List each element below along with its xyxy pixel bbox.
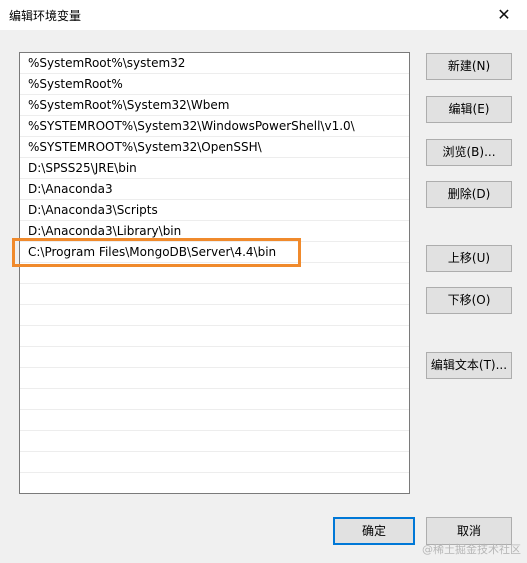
list-item[interactable]: %SystemRoot%\system32 xyxy=(20,53,409,74)
title-bar: 编辑环境变量 ✕ xyxy=(0,0,527,30)
list-item[interactable]: D:\Anaconda3 xyxy=(20,179,409,200)
list-item[interactable]: D:\Anaconda3\Scripts xyxy=(20,200,409,221)
empty-row[interactable] xyxy=(20,263,409,284)
list-item[interactable]: %SystemRoot% xyxy=(20,74,409,95)
path-list[interactable]: %SystemRoot%\system32 %SystemRoot% %Syst… xyxy=(19,52,410,494)
empty-row[interactable] xyxy=(20,347,409,368)
empty-row[interactable] xyxy=(20,389,409,410)
delete-button[interactable]: 删除(D) xyxy=(426,181,512,208)
edit-text-button[interactable]: 编辑文本(T)... xyxy=(426,352,512,379)
list-item[interactable]: D:\SPSS25\JRE\bin xyxy=(20,158,409,179)
browse-button[interactable]: 浏览(B)... xyxy=(426,139,512,166)
list-item-mongodb[interactable]: C:\Program Files\MongoDB\Server\4.4\bin xyxy=(20,242,409,263)
empty-row[interactable] xyxy=(20,410,409,431)
ok-button[interactable]: 确定 xyxy=(333,517,415,545)
new-button[interactable]: 新建(N) xyxy=(426,53,512,80)
empty-row[interactable] xyxy=(20,431,409,452)
window-title: 编辑环境变量 xyxy=(9,9,82,23)
edit-env-variable-dialog: 编辑环境变量 ✕ %SystemRoot%\system32 %SystemRo… xyxy=(0,0,527,563)
list-item[interactable]: %SYSTEMROOT%\System32\OpenSSH\ xyxy=(20,137,409,158)
watermark: @稀土掘金技术社区 xyxy=(422,543,521,556)
list-item[interactable]: D:\Anaconda3\Library\bin xyxy=(20,221,409,242)
empty-row[interactable] xyxy=(20,368,409,389)
list-item[interactable]: %SYSTEMROOT%\System32\WindowsPowerShell\… xyxy=(20,116,409,137)
empty-row[interactable] xyxy=(20,305,409,326)
edit-button[interactable]: 编辑(E) xyxy=(426,96,512,123)
close-icon[interactable]: ✕ xyxy=(481,0,527,30)
empty-row[interactable] xyxy=(20,326,409,347)
move-up-button[interactable]: 上移(U) xyxy=(426,245,512,272)
empty-row[interactable] xyxy=(20,473,409,493)
empty-row[interactable] xyxy=(20,452,409,473)
move-down-button[interactable]: 下移(O) xyxy=(426,287,512,314)
list-item[interactable]: %SystemRoot%\System32\Wbem xyxy=(20,95,409,116)
empty-row[interactable] xyxy=(20,284,409,305)
